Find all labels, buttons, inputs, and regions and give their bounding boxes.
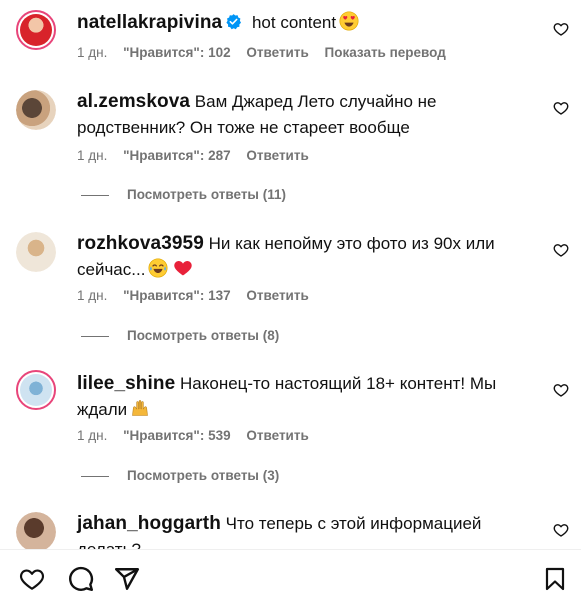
comment-meta: 1 дн. "Нравится": 102 Ответить Показать …	[77, 45, 458, 60]
comment-likes[interactable]: "Нравится": 102	[123, 45, 231, 60]
reply-button[interactable]: Ответить	[246, 428, 308, 443]
view-replies-button[interactable]: Посмотреть ответы (8)	[81, 328, 279, 343]
comment-time: 1 дн.	[77, 45, 108, 60]
share-icon[interactable]	[114, 566, 140, 592]
like-heart-icon[interactable]	[553, 382, 569, 398]
comment-time: 1 дн.	[77, 428, 108, 443]
comment-username[interactable]: al.zemskova	[77, 91, 190, 112]
comment-text-block: natellakrapivina hot content	[77, 10, 537, 39]
reply-button[interactable]: Ответить	[246, 288, 308, 303]
raising-hands-emoji	[130, 398, 150, 426]
avatar[interactable]	[16, 232, 56, 272]
avatar[interactable]	[16, 90, 56, 130]
heart-icon[interactable]	[18, 566, 46, 592]
avatar[interactable]	[16, 10, 56, 50]
tears-of-joy-emoji	[148, 258, 168, 286]
replies-divider	[81, 335, 109, 337]
comment-username[interactable]: lilee_shine	[77, 373, 175, 394]
view-replies-label: Посмотреть ответы (11)	[127, 187, 286, 202]
red-heart-emoji	[173, 258, 193, 286]
translate-button[interactable]: Показать перевод	[325, 45, 446, 60]
avatar[interactable]	[16, 512, 56, 552]
like-heart-icon[interactable]	[553, 242, 569, 258]
comment-text-block: al.zemskova Вам Джаред Лето случайно не …	[77, 89, 537, 141]
like-heart-icon[interactable]	[553, 100, 569, 116]
replies-divider	[81, 475, 109, 477]
comment-likes[interactable]: "Нравится": 287	[123, 148, 231, 163]
bottom-action-bar	[0, 549, 581, 601]
avatar[interactable]	[16, 370, 56, 410]
comment-text-block: rozhkova3959 Ни как непойму это фото из …	[77, 231, 537, 286]
verified-badge-icon	[225, 12, 242, 38]
comment-meta: 1 дн. "Нравится": 137 Ответить	[77, 288, 321, 303]
replies-divider	[81, 194, 109, 196]
view-replies-button[interactable]: Посмотреть ответы (11)	[81, 187, 286, 202]
bookmark-icon[interactable]	[543, 566, 567, 592]
comment-text: hot content	[251, 13, 337, 32]
comment-time: 1 дн.	[77, 288, 108, 303]
reply-button[interactable]: Ответить	[246, 45, 308, 60]
comment-text-block: lilee_shine Наконец-то настоящий 18+ кон…	[77, 371, 537, 426]
like-heart-icon[interactable]	[553, 522, 569, 538]
comment-meta: 1 дн. "Нравится": 539 Ответить	[77, 428, 321, 443]
comment-icon[interactable]	[68, 566, 94, 592]
comment-likes[interactable]: "Нравится": 539	[123, 428, 231, 443]
view-replies-label: Посмотреть ответы (3)	[127, 468, 280, 483]
view-replies-button[interactable]: Посмотреть ответы (3)	[81, 468, 279, 483]
comment-likes[interactable]: "Нравится": 137	[123, 288, 231, 303]
comment-username[interactable]: rozhkova3959	[77, 233, 204, 254]
reply-button[interactable]: Ответить	[246, 148, 308, 163]
comment-meta: 1 дн. "Нравится": 287 Ответить	[77, 148, 321, 163]
like-heart-icon[interactable]	[553, 21, 569, 37]
view-replies-label: Посмотреть ответы (8)	[127, 328, 280, 343]
comment-time: 1 дн.	[77, 148, 108, 163]
heart-eyes-emoji	[339, 11, 359, 39]
comment-username[interactable]: jahan_hoggarth	[77, 513, 221, 534]
comment-username[interactable]: natellakrapivina	[77, 12, 222, 33]
